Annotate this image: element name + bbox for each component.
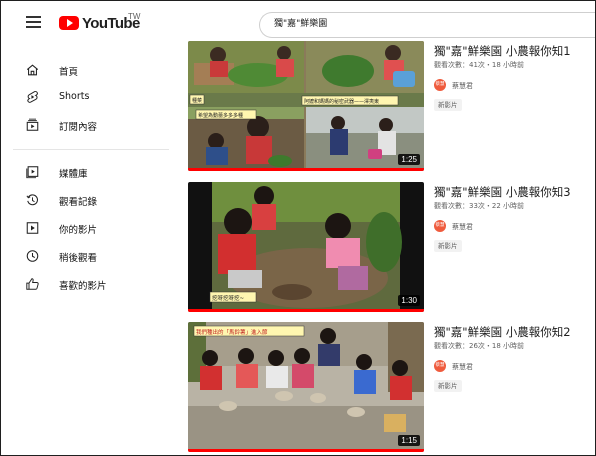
thumbnail-caption: 阿嬤和媽媽的秘密武器——澤夷東 [304, 98, 379, 105]
video-duration: 1:15 [398, 435, 420, 446]
shorts-icon [27, 90, 38, 103]
sidebar-item-label: 稍後觀看 [59, 253, 98, 264]
home-icon [26, 64, 39, 76]
video-item[interactable]: 種菜 阿嬤和媽媽的秘密武器——澤夷東 希望為動蕾多多多種 1:25 獨"嘉"鮮樂… [188, 41, 595, 171]
channel-avatar[interactable]: 蔡慧 [434, 360, 446, 372]
watch-progress-bar [188, 168, 424, 171]
search-box[interactable] [259, 12, 595, 38]
thumbnail-image: 種菜 阿嬤和媽媽的秘密武器——澤夷東 希望為動蕾多多多種 [188, 41, 424, 171]
video-thumbnail[interactable]: 挖呀挖呀挖~ 1:30 [188, 182, 424, 312]
sidebar-item-label: 觀看記錄 [59, 197, 98, 208]
menu-icon[interactable] [26, 16, 41, 28]
sidebar-item-history[interactable]: 觀看記錄 [1, 187, 173, 213]
sidebar-item-label: Shorts [59, 91, 90, 102]
sidebar-item-shorts[interactable]: Shorts [1, 84, 173, 110]
sidebar-item-label: 你的影片 [59, 225, 98, 236]
region-code: TW [128, 12, 141, 21]
new-video-badge: 新影片 [434, 380, 462, 392]
sidebar-item-liked-videos[interactable]: 喜歡的影片 [1, 271, 173, 297]
channel-name[interactable]: 蔡慧君 [452, 222, 473, 232]
video-title[interactable]: 獨"嘉"鮮樂園 小農報你知2 [434, 325, 595, 339]
watch-progress-fill [188, 309, 424, 312]
thumbnail-image: 挖呀挖呀挖~ [188, 182, 424, 312]
library-icon [26, 166, 39, 179]
youtube-window: YouTube TW 首頁 Shorts [0, 0, 596, 456]
thumbnail-caption: 希望為動蕾多多多種 [198, 112, 243, 119]
thumbnail-caption: 挖呀挖呀挖~ [212, 294, 245, 302]
sidebar-item-subscriptions[interactable]: 訂閱內容 [1, 112, 173, 138]
sidebar-item-your-videos[interactable]: 你的影片 [1, 215, 173, 241]
sidebar-item-library[interactable]: 媒體庫 [1, 159, 173, 185]
video-thumbnail[interactable]: 種菜 阿嬤和媽媽的秘密武器——澤夷東 希望為動蕾多多多種 1:25 [188, 41, 424, 171]
liked-videos-icon [26, 278, 39, 290]
video-item[interactable]: 我們種出的「馬鈴薯」進入節 1:15 獨"嘉"鮮樂園 小農報你知2 觀看次數：2… [188, 322, 595, 452]
video-meta: 觀看次數：33次・22 小時前 [434, 202, 525, 210]
watch-progress-bar [188, 309, 424, 312]
sidebar-item-label: 喜歡的影片 [59, 281, 107, 292]
thumbnail-caption: 種菜 [192, 97, 202, 104]
watch-progress-fill [188, 449, 424, 452]
channel-avatar[interactable]: 蔡慧 [434, 79, 446, 91]
video-thumbnail[interactable]: 我們種出的「馬鈴薯」進入節 1:15 [188, 322, 424, 452]
video-meta: 觀看次數：26次・18 小時前 [434, 342, 525, 350]
new-video-badge: 新影片 [434, 240, 462, 252]
sidebar-item-watch-later[interactable]: 稍後觀看 [1, 243, 173, 269]
video-meta: 觀看次數：41次・18 小時前 [434, 61, 525, 69]
channel-name[interactable]: 蔡慧君 [452, 81, 473, 91]
new-video-badge: 新影片 [434, 99, 462, 111]
watch-later-icon [26, 250, 39, 262]
sidebar-item-home[interactable]: 首頁 [1, 57, 173, 83]
watch-progress-bar [188, 449, 424, 452]
video-item[interactable]: 挖呀挖呀挖~ 1:30 獨"嘉"鮮樂園 小農報你知3 觀看次數：33次・22 小… [188, 182, 595, 312]
sidebar-item-label: 首頁 [59, 67, 79, 78]
thumbnail-caption: 我們種出的「馬鈴薯」進入節 [196, 328, 268, 336]
video-duration: 1:25 [398, 154, 420, 165]
channel-name[interactable]: 蔡慧君 [452, 362, 473, 372]
history-icon [26, 194, 38, 206]
channel-avatar[interactable]: 蔡慧 [434, 220, 446, 232]
top-bar: YouTube TW [1, 1, 595, 43]
sidebar-item-label: 訂閱內容 [59, 122, 98, 133]
youtube-play-icon [59, 16, 79, 30]
sidebar-divider [13, 149, 169, 150]
video-duration: 1:30 [398, 295, 420, 306]
thumbnail-image: 我們種出的「馬鈴薯」進入節 [188, 322, 424, 452]
watch-progress-fill [188, 168, 424, 171]
video-title[interactable]: 獨"嘉"鮮樂園 小農報你知3 [434, 185, 595, 199]
video-title[interactable]: 獨"嘉"鮮樂園 小農報你知1 [434, 44, 595, 58]
search-input[interactable] [274, 17, 574, 27]
sidebar-item-label: 媒體庫 [59, 169, 88, 180]
your-videos-icon [26, 222, 39, 234]
subscriptions-icon [26, 118, 39, 131]
